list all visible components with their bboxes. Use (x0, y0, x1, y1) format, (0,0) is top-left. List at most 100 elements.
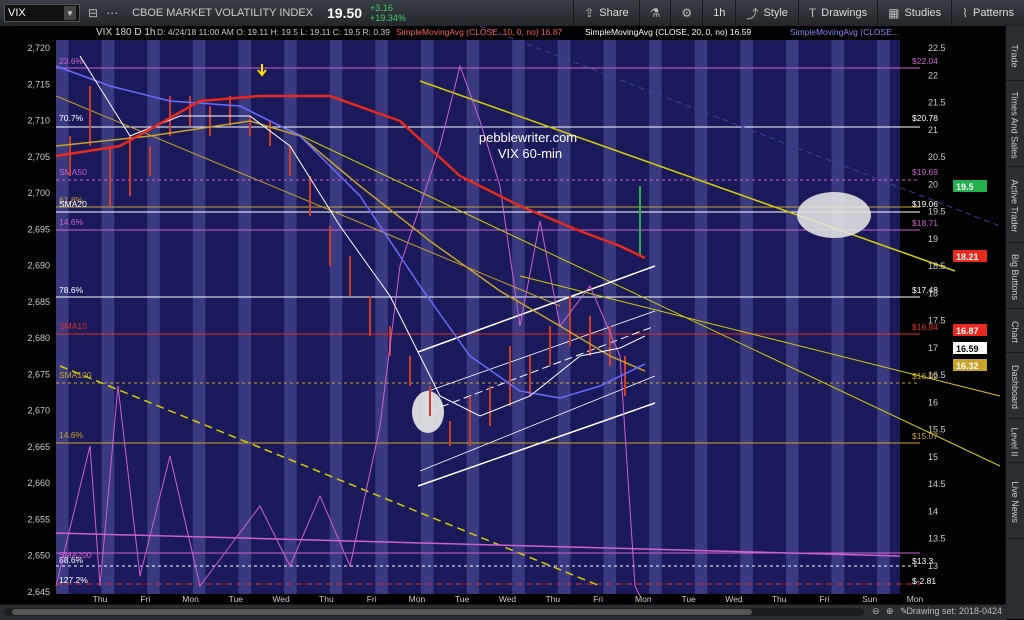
price-level-label: $19.69 (912, 167, 938, 177)
price-level-label: $-2.81 (912, 576, 936, 586)
studies-label: Studies (904, 7, 942, 19)
session-band (466, 40, 480, 594)
x-axis-tick: Mon (409, 594, 426, 604)
session-band (694, 40, 708, 594)
lock-icon[interactable]: ⊟ (88, 6, 98, 20)
right-rail: Trade Times And Sales Active Trader Big But… (1005, 26, 1024, 619)
session-band (649, 40, 662, 594)
price-tag-text: 18.21 (956, 252, 979, 262)
symbol-description: CBOE MARKET VOLATILITY INDEX (132, 7, 313, 19)
share-button[interactable]: ⇪ Share (573, 0, 638, 26)
rail-tab-live-news[interactable]: Live News (1006, 466, 1024, 539)
rail-tab-level-ii[interactable]: Level II (1006, 422, 1024, 463)
zoom-in-icon[interactable]: ⊕ (886, 606, 894, 617)
right-axis-tick: 16.5 (928, 370, 946, 380)
rail-tab-label: Live News (1010, 481, 1021, 523)
x-axis-tick: Thu (772, 594, 787, 604)
link-icon[interactable]: ⋯ (106, 6, 118, 20)
toolbar: VIX ▼ ⊟ ⋯ CBOE MARKET VOLATILITY INDEX 1… (0, 0, 1024, 27)
settings-button[interactable]: ⚙ (670, 0, 702, 26)
share-label: Share (599, 7, 629, 19)
x-axis-tick: Sun (862, 594, 877, 604)
left-axis-tick: 2,675 (27, 369, 50, 379)
rail-tab-label: Active Trader (1010, 179, 1020, 233)
chart-area[interactable]: 23.6% 70.7% SMA50 61.8% SMA20 14.6% 78.6% SMA10… (0, 25, 1006, 606)
right-axis-tick: 21 (928, 125, 938, 135)
right-axis-tick: 13.5 (928, 534, 946, 544)
drawings-button[interactable]: T Drawings (797, 0, 877, 26)
studies-button[interactable]: ▦ Studies (877, 0, 951, 26)
price-level-label: $20.78 (912, 113, 938, 123)
price-chart[interactable]: 23.6%70.7%SMA5061.8%SMA2014.6%78.6%SMA10… (0, 25, 1006, 606)
right-axis-tick: 22.5 (928, 43, 946, 53)
left-axis-tick: 2,690 (27, 261, 50, 271)
rail-tab-dashboard[interactable]: Dashboard (1006, 356, 1024, 419)
patterns-button[interactable]: ⌇ Patterns (951, 0, 1024, 26)
timeframe-button[interactable]: 1h (702, 0, 735, 26)
drawing-t-icon: T (808, 6, 817, 20)
left-axis-tick: 2,680 (27, 333, 50, 343)
rail-tab-times-and-sales[interactable]: Times And Sales (1006, 84, 1024, 167)
right-axis-tick: 21.5 (928, 98, 946, 108)
right-axis-tick: 14.5 (928, 479, 946, 489)
zoom-out-icon[interactable]: ⊖ (872, 606, 880, 617)
rail-tab-chart[interactable]: Chart (1006, 312, 1024, 353)
patterns-label: Patterns (973, 7, 1014, 19)
chevron-down-icon[interactable]: ▼ (64, 6, 76, 20)
session-band (740, 40, 753, 594)
right-axis-tick: 15.5 (928, 425, 946, 435)
gear-icon: ⚙ (681, 6, 693, 20)
price-level-label: $18.71 (912, 218, 938, 228)
rail-tab-label: Times And Sales (1010, 91, 1021, 159)
left-axis-tick: 2,695 (27, 224, 50, 234)
study-label-sma20: SimpleMovingAvg (CLOSE, 20, 0, no) 16.59 (585, 27, 751, 37)
rail-tab-big-buttons[interactable]: Big Buttons (1006, 246, 1024, 309)
left-axis-tick: 2,710 (27, 116, 50, 126)
session-bands (0, 26, 1006, 606)
right-axis-tick: 19.5 (928, 207, 946, 217)
fib-level-label: SMA20 (59, 199, 87, 209)
flask-button[interactable]: ⚗ (638, 0, 671, 26)
price-tag-text: 16.32 (956, 361, 979, 371)
right-axis-tick: 13 (928, 561, 938, 571)
session-band (192, 40, 206, 594)
watermark-site: pebblewriter.com (479, 130, 577, 145)
right-axis-tick: 17 (928, 343, 938, 353)
rail-tab-active-trader[interactable]: Active Trader (1006, 170, 1024, 243)
session-band (56, 40, 69, 594)
x-axis-tick: Thu (319, 594, 334, 604)
symbol-value: VIX (8, 7, 26, 19)
scroll-thumb[interactable] (12, 609, 752, 615)
change-block: +3.16 +19.34% (370, 3, 406, 23)
style-label: Style (763, 7, 788, 19)
left-axis-tick: 2,645 (27, 587, 50, 597)
rail-tab-trade[interactable]: Trade (1006, 32, 1024, 81)
toolbar-actions: ⇪ Share ⚗ ⚙ 1h ⤴ Style T Drawings ▦ Studies … (573, 0, 1024, 26)
session-band (785, 40, 799, 594)
fib-level-label: 14.6% (59, 217, 84, 227)
drawing-set-label: Drawing set: 2018-0424 (906, 606, 1002, 616)
left-axis-tick: 2,650 (27, 551, 50, 561)
x-axis-tick: Thu (545, 594, 560, 604)
change-percent: +19.34% (370, 13, 406, 23)
style-icon: ⤴ (746, 6, 759, 21)
left-axis-tick: 2,715 (27, 79, 50, 89)
x-axis-tick: Mon (182, 594, 199, 604)
symbol-input[interactable]: VIX ▼ (4, 4, 80, 22)
flask-icon: ⚗ (649, 6, 661, 20)
time-scrollbar[interactable] (4, 608, 864, 616)
left-axis-tick: 2,655 (27, 514, 50, 524)
x-axis-tick: Wed (272, 594, 290, 604)
session-band (557, 40, 571, 594)
session-band (101, 40, 115, 594)
target-ellipse (797, 192, 871, 238)
left-axis-tick: 2,665 (27, 442, 50, 452)
x-axis-tick: Tue (229, 594, 244, 604)
right-axis-tick: 20.5 (928, 152, 946, 162)
watermark-title: VIX 60-min (498, 146, 562, 161)
style-button[interactable]: ⤴ Style (735, 0, 797, 26)
fib-level-label: 127.2% (59, 575, 88, 585)
fib-level-label: 23.6% (59, 56, 84, 66)
session-band (603, 40, 617, 594)
right-axis-tick: 19 (928, 234, 938, 244)
